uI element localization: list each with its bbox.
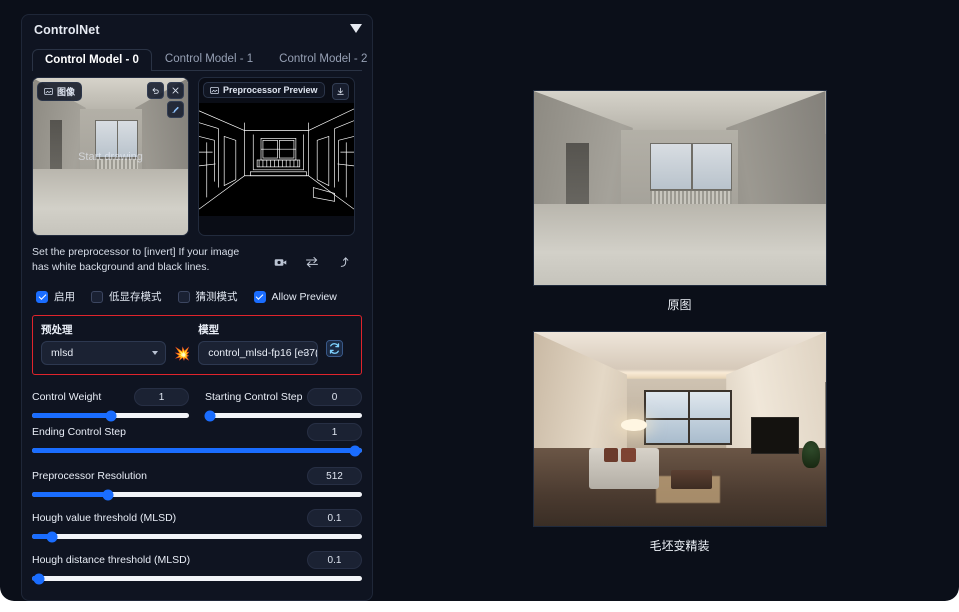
- download-icon[interactable]: [332, 83, 349, 100]
- source-image-card[interactable]: 图像 Start drawing: [32, 77, 189, 236]
- checkbox-allow-preview[interactable]: Allow Preview: [253, 290, 337, 303]
- model-select-value: control_mlsd-fp16 [e37(: [208, 347, 319, 360]
- slider-ending-control-step-value[interactable]: 1: [307, 423, 362, 442]
- slider-group: Control Weight 1 Starting Control Step 0: [32, 383, 362, 585]
- preprocessor-preview-chip: Preprocessor Preview: [203, 82, 325, 98]
- slider-preprocessor-resolution-track[interactable]: [32, 489, 362, 501]
- checkbox-enable-label: 启用: [54, 291, 75, 304]
- hint-icon-group: [274, 245, 362, 274]
- preprocessor-label: 预处理: [41, 324, 73, 337]
- preprocessor-preview-card[interactable]: Preprocessor Preview: [198, 77, 355, 236]
- slider-hough-value-threshold-label: Hough value threshold (MLSD): [32, 512, 177, 525]
- slider-control-weight-label: Control Weight: [32, 391, 102, 404]
- tab-control-model-2[interactable]: Control Model - 2: [266, 48, 372, 70]
- model-label: 模型: [198, 324, 220, 337]
- rendered-interior-photo: [533, 332, 826, 526]
- result-rendered: 毛坯变精装: [400, 331, 959, 554]
- result-original: 原图: [400, 90, 959, 313]
- slider-control-weight: Control Weight 1: [32, 388, 189, 422]
- checkbox-guessmode-box[interactable]: [177, 290, 190, 303]
- checkbox-allow-preview-label: Allow Preview: [271, 290, 337, 303]
- image-icon: [44, 87, 53, 96]
- slider-starting-control-step-value[interactable]: 0: [307, 388, 362, 407]
- model-select[interactable]: control_mlsd-fp16 [e37(: [198, 341, 319, 366]
- chevron-down-icon[interactable]: [350, 24, 362, 33]
- page-title: ControlNet: [34, 23, 100, 37]
- slider-preprocessor-resolution: Preprocessor Resolution 512: [32, 467, 362, 501]
- slider-hough-value-threshold-track[interactable]: [32, 531, 362, 543]
- checkbox-lowvram-label: 低显存模式: [109, 291, 162, 304]
- result-original-image[interactable]: [532, 90, 827, 286]
- checkbox-guessmode[interactable]: 猜测模式: [177, 289, 238, 304]
- checkbox-enable-box[interactable]: [36, 290, 48, 303]
- slider-hough-distance-threshold-track[interactable]: [32, 573, 362, 585]
- explosion-icon[interactable]: 💥: [174, 347, 190, 365]
- chevron-down-icon: [152, 351, 158, 356]
- slider-starting-control-step-track[interactable]: [204, 410, 362, 422]
- preprocessor-select-value: mlsd: [51, 347, 74, 360]
- controlnet-panel: ControlNet Control Model - 0 Control Mod…: [21, 14, 373, 601]
- slider-control-weight-value[interactable]: 1: [134, 388, 189, 407]
- image-row: 图像 Start drawing Preprocessor Preview: [32, 77, 362, 236]
- tab-control-model-0[interactable]: Control Model - 0: [32, 49, 152, 71]
- refresh-icon[interactable]: [326, 340, 344, 365]
- controlnet-header[interactable]: ControlNet: [22, 15, 372, 45]
- slider-starting-control-step: Starting Control Step 0: [204, 388, 362, 422]
- chevron-down-icon: [303, 352, 308, 356]
- preprocessor-preview-chip-label: Preprocessor Preview: [223, 85, 318, 95]
- slider-pair-top: Control Weight 1 Starting Control Step 0: [32, 383, 362, 422]
- source-image-buttons: [147, 82, 184, 99]
- checkbox-guessmode-label: 猜测模式: [195, 291, 238, 304]
- model-field: 模型 control_mlsd-fp16 [e37(: [198, 322, 319, 366]
- checkbox-allow-preview-box[interactable]: [253, 290, 266, 303]
- slider-hough-distance-threshold-value[interactable]: 0.1: [307, 551, 362, 570]
- result-original-caption: 原图: [667, 298, 692, 312]
- result-rendered-image[interactable]: [532, 331, 827, 527]
- preprocessor-preview-lineart: [199, 103, 354, 217]
- preprocessor-select[interactable]: mlsd: [41, 341, 166, 366]
- slider-ending-control-step-track[interactable]: [32, 445, 362, 457]
- slider-hough-value-threshold: Hough value threshold (MLSD) 0.1: [32, 509, 362, 543]
- checkbox-lowvram[interactable]: 低显存模式: [91, 289, 162, 304]
- slider-starting-control-step-label: Starting Control Step: [205, 391, 303, 404]
- result-rendered-caption: 毛坯变精装: [649, 539, 710, 553]
- tab-control-model-1[interactable]: Control Model - 1: [152, 48, 266, 70]
- hint-row: Set the preprocessor to [invert] If your…: [32, 245, 362, 275]
- preprocessor-field: 预处理 mlsd: [41, 322, 166, 366]
- preprocessor-model-block: 预处理 mlsd 💥 模型 control_mlsd-fp16 [e37(: [32, 315, 362, 376]
- tab-bar: Control Model - 0 Control Model - 1 Cont…: [32, 45, 367, 71]
- slider-hough-distance-threshold: Hough distance threshold (MLSD) 0.1: [32, 551, 362, 585]
- slider-hough-distance-threshold-label: Hough distance threshold (MLSD): [32, 554, 191, 567]
- image-icon: [210, 86, 219, 95]
- controlnet-body: 图像 Start drawing Preprocessor Preview Se…: [22, 71, 372, 600]
- slider-ending-control-step: Ending Control Step 1: [32, 423, 362, 457]
- brush-icon[interactable]: [167, 101, 184, 118]
- slider-hough-value-threshold-value[interactable]: 0.1: [307, 509, 362, 528]
- preprocessor-hint-text: Set the preprocessor to [invert] If your…: [32, 246, 240, 274]
- source-image-chip-label: 图像: [57, 87, 76, 97]
- results-area: 原图 毛坯变精装: [400, 0, 959, 601]
- slider-preprocessor-resolution-label: Preprocessor Resolution: [32, 470, 147, 483]
- app-root: ControlNet Control Model - 0 Control Mod…: [0, 0, 959, 601]
- source-image-chip: 图像: [37, 82, 83, 101]
- options-checkbox-row: 启用 低显存模式 猜测模式 Allow Preview: [32, 289, 362, 304]
- close-icon[interactable]: [167, 82, 184, 99]
- webcam-icon[interactable]: [274, 256, 287, 274]
- source-image-photo: [33, 78, 188, 235]
- slider-control-weight-track[interactable]: [32, 410, 189, 422]
- slider-preprocessor-resolution-value[interactable]: 512: [307, 467, 362, 486]
- slider-ending-control-step-label: Ending Control Step: [32, 426, 126, 439]
- checkbox-lowvram-box[interactable]: [91, 290, 103, 303]
- resize-mode-label: 缩放模式: [32, 598, 362, 600]
- checkbox-enable[interactable]: 启用: [36, 289, 75, 304]
- upload-icon[interactable]: [337, 255, 350, 274]
- undo-icon[interactable]: [147, 82, 164, 99]
- swap-icon[interactable]: [305, 255, 319, 274]
